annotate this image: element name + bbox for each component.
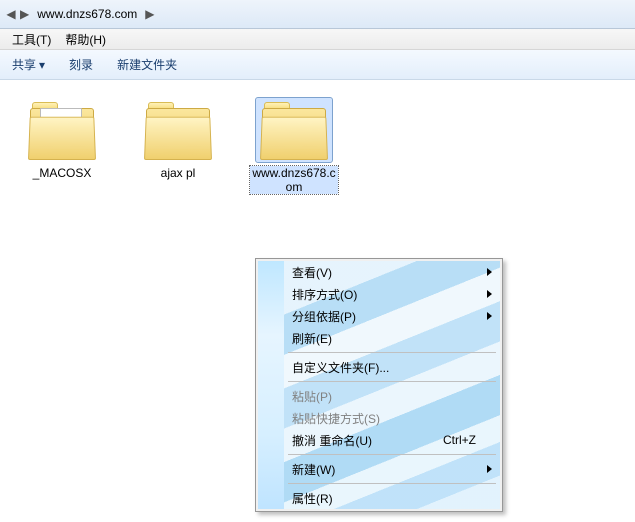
chevron-right-icon[interactable]: ▶ <box>143 7 156 21</box>
address-bar[interactable]: ◀ ▶ www.dnzs678.com ▶ <box>0 0 635 29</box>
submenu-arrow-icon <box>487 268 492 276</box>
folder-icon <box>258 100 330 160</box>
menu-shortcut: Ctrl+Z <box>443 433 476 447</box>
context-menu: 查看(V) 排序方式(O) 分组依据(P) 刷新(E) 自定义文件夹(F)...… <box>255 258 503 512</box>
submenu-arrow-icon <box>487 312 492 320</box>
menu-tools[interactable]: 工具(T) <box>12 31 51 48</box>
folder-item[interactable]: _MACOSX <box>18 98 106 194</box>
chevron-right-icon: ▶ <box>18 7 31 21</box>
folder-icon <box>26 100 98 160</box>
menu-group[interactable]: 分组依据(P) <box>258 305 500 327</box>
submenu-arrow-icon <box>487 465 492 473</box>
submenu-arrow-icon <box>487 290 492 298</box>
folder-label: ajax pl <box>161 166 196 180</box>
menu-view[interactable]: 查看(V) <box>258 261 500 283</box>
share-button[interactable]: 共享▾ <box>12 56 45 73</box>
dropdown-icon: ▾ <box>39 58 45 72</box>
burn-button[interactable]: 刻录 <box>69 56 93 73</box>
menu-sort[interactable]: 排序方式(O) <box>258 283 500 305</box>
folder-item-selected[interactable]: www.dnzs678.com <box>250 98 338 194</box>
folder-label: _MACOSX <box>33 166 92 180</box>
folder-view[interactable]: _MACOSX ajax pl www.dnzs678.com <box>0 80 635 194</box>
menu-paste: 粘贴(P) <box>258 385 500 407</box>
menu-undo-rename[interactable]: 撤消 重命名(U)Ctrl+Z <box>258 429 500 451</box>
menu-refresh[interactable]: 刷新(E) <box>258 327 500 349</box>
menu-separator <box>258 480 500 487</box>
new-folder-button[interactable]: 新建文件夹 <box>117 56 177 73</box>
menu-paste-shortcut: 粘贴快捷方式(S) <box>258 407 500 429</box>
folder-item[interactable]: ajax pl <box>134 98 222 194</box>
menu-help[interactable]: 帮助(H) <box>65 31 106 48</box>
menu-separator <box>258 349 500 356</box>
menu-separator <box>258 451 500 458</box>
menu-customize-folder[interactable]: 自定义文件夹(F)... <box>258 356 500 378</box>
menu-bar: 工具(T) 帮助(H) <box>0 29 635 50</box>
menu-properties[interactable]: 属性(R) <box>258 487 500 509</box>
menu-separator <box>258 378 500 385</box>
folder-icon <box>142 100 214 160</box>
command-bar: 共享▾ 刻录 新建文件夹 <box>0 50 635 80</box>
menu-new[interactable]: 新建(W) <box>258 458 500 480</box>
folder-label: www.dnzs678.com <box>250 166 338 194</box>
back-chevron-icon[interactable]: ◀ <box>4 3 18 25</box>
breadcrumb-segment[interactable]: www.dnzs678.com <box>31 3 143 25</box>
